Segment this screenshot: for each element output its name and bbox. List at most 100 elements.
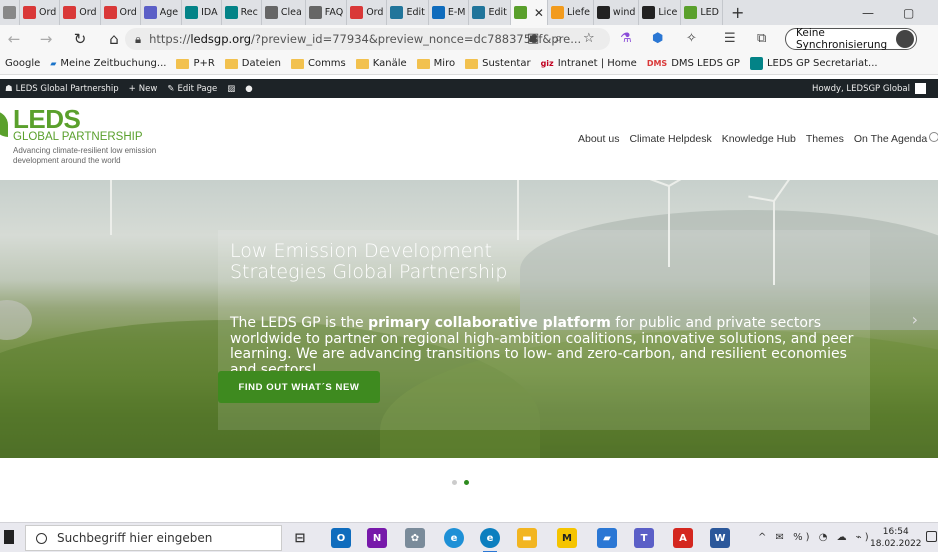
favorite-add-icon[interactable]: ☆ [583,31,595,46]
bookmark-label: Kanäle [372,58,407,69]
wp-site-link[interactable]: ☗ LEDS Global Partnership [0,84,124,94]
browser-tab[interactable] [0,0,20,25]
favorites-icon[interactable]: ☰ [724,31,736,46]
onenote-icon[interactable]: N [367,528,387,548]
bookmark-item[interactable]: Dateien [220,58,286,69]
windows-start-icon[interactable] [4,530,14,544]
browser-tab[interactable]: Clea [262,0,306,25]
browser-tab[interactable]: FAQ [306,0,348,25]
zoom-icon[interactable]: ⌕ [555,31,562,46]
search-icon [36,532,47,544]
word-icon[interactable]: W [710,528,730,548]
internet-explorer-icon[interactable]: e [444,528,464,548]
logo-title[interactable]: LEDS [13,106,81,132]
folder-icon [355,58,369,69]
nav-climate-helpdesk[interactable]: Climate Helpdesk [629,133,711,145]
task-view-icon[interactable]: ⊟ [290,528,310,548]
slider-prev-button[interactable] [0,300,32,340]
browser-tab[interactable]: Age [141,0,183,25]
bookmark-label: Miro [433,58,456,69]
profile-sync-button[interactable]: Keine Synchronisierung [785,27,917,51]
turbine-blade [668,180,694,187]
browser-tab[interactable]: Edit [469,0,511,25]
browser-tab[interactable]: Edit [387,0,429,25]
browser-tab[interactable]: Ord [101,0,141,25]
bookmark-item[interactable]: ▰ Meine Zeitbuchung... [45,58,171,69]
browser-tab[interactable]: wind [594,0,640,25]
bookmark-item[interactable]: LEDS GP Secretariat... [745,57,883,70]
taskbar-clock[interactable]: 16:54 18.02.2022 [870,526,922,550]
tab-label: IDA [201,7,218,18]
reader-view-icon[interactable]: ▣ [527,31,539,46]
maximize-button[interactable]: ▢ [903,0,914,25]
wp-new-link[interactable]: + New [124,84,163,94]
wordpress-icon [390,6,404,19]
extension-flask-icon[interactable]: ⚗ [620,31,632,46]
browser-tab[interactable]: Rec [222,0,262,25]
forward-button[interactable]: → [32,30,60,48]
home-button[interactable]: ⌂ [100,30,128,48]
minimize-button[interactable]: — [862,0,874,25]
app-icon[interactable]: ▰ [597,528,617,548]
nav-themes[interactable]: Themes [806,133,844,145]
turbine-blade [748,195,775,202]
browser-tab[interactable]: LED [681,0,724,25]
browser-tab[interactable]: Ord [347,0,388,25]
notification-icon[interactable] [926,531,937,542]
back-button[interactable]: ← [0,30,28,48]
bookmark-item[interactable]: giz Intranet | Home [536,58,642,69]
browser-tab[interactable]: ✕ [510,0,548,25]
outlook-icon[interactable]: O [331,528,351,548]
nav-about-us[interactable]: About us [578,133,619,145]
taskbar-search-input[interactable]: Suchbegriff hier eingeben [25,525,282,551]
acrobat-icon[interactable]: A [673,528,693,548]
windows-icon [642,6,656,19]
teams-icon[interactable]: T [634,528,654,548]
search-icon[interactable] [929,132,938,142]
nav-knowledge-hub[interactable]: Knowledge Hub [722,133,796,145]
extensions-icon[interactable]: ✧ [686,31,697,46]
bookmark-item[interactable]: P+R [171,58,219,69]
tab-close-icon[interactable]: ✕ [534,6,544,20]
bookmark-item[interactable]: DMS DMS LEDS GP [642,58,745,69]
browser-tab[interactable]: Ord [60,0,101,25]
pencil-icon: ✎ [167,83,175,94]
slider-dot-1[interactable] [452,480,457,485]
folder-icon [224,58,238,69]
tab-label: Liefe [566,7,590,18]
wp-admin-bar: ☗ LEDS Global Partnership + New ✎ Edit P… [0,79,938,98]
page-icon [264,6,278,19]
collections-icon[interactable]: ⧉ [757,31,766,46]
edge-icon[interactable]: e [480,528,500,552]
logo-subtitle[interactable]: GLOBAL PARTNERSHIP [13,131,143,143]
outlook-icon [431,6,445,19]
extension-shield-icon[interactable]: ⬢ [652,31,663,46]
wp-yoast-link[interactable]: ▨ [222,84,240,94]
paint-icon[interactable]: ✿ [405,528,425,548]
wp-status-dot[interactable]: ● [240,84,257,94]
nav-on-the-agenda[interactable]: On The Agenda [854,133,927,145]
browser-tab[interactable]: E-M [429,0,470,25]
refresh-button[interactable]: ↻ [66,30,94,48]
browser-tab[interactable]: IDA [182,0,222,25]
wp-edit-page-link[interactable]: ✎ Edit Page [162,84,222,94]
browser-tab[interactable]: Lice [639,0,682,25]
system-tray[interactable]: ^ ✉ %) ◔ ☁ ⌁) [758,532,872,543]
tab-label: LED [700,7,720,18]
miro-icon[interactable]: M [557,528,577,548]
bookmark-item[interactable]: Comms [286,58,351,69]
tab-label: Rec [240,7,258,18]
bookmark-item[interactable]: Kanäle [351,58,412,69]
bookmark-item[interactable]: Google [0,58,45,69]
new-tab-button[interactable]: + [723,3,752,22]
browser-tab[interactable]: Liefe [548,0,594,25]
find-out-whats-new-button[interactable]: FIND OUT WHAT´S NEW [218,371,380,403]
slider-next-button[interactable]: › [912,310,918,329]
tab-label: Ord [79,7,97,18]
bookmark-item[interactable]: Miro [412,58,460,69]
bookmark-item[interactable]: Sustentar [460,58,535,69]
browser-tab[interactable]: Ord [20,0,61,25]
file-explorer-icon[interactable]: ▬ [517,528,537,548]
wp-account-menu[interactable]: Howdy, LEDSGP Global [812,79,926,98]
slider-dot-2[interactable] [464,480,469,485]
